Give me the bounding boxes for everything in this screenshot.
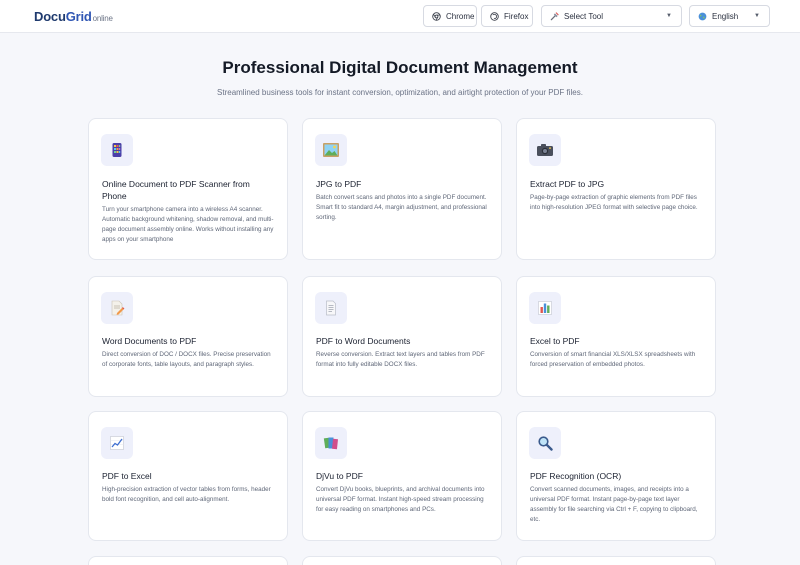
firefox-icon — [490, 11, 499, 21]
camera-icon — [529, 134, 561, 166]
tool-card-description: Batch convert scans and photos into a si… — [316, 194, 487, 221]
tool-card-description: Conversion of smart financial XLS/XLSX s… — [530, 351, 696, 368]
chrome-icon — [432, 11, 441, 21]
magnifier-icon — [529, 427, 561, 459]
bar-chart-icon — [529, 292, 561, 324]
tool-card-title: Extract PDF to JPG — [530, 179, 605, 189]
tool-card-jpg-to-pdf[interactable]: JPG to PDF Batch convert scans and photo… — [302, 118, 502, 260]
tool-card-partial[interactable] — [516, 556, 716, 565]
logo-text-suffix: online — [92, 14, 113, 23]
tool-card-description: Turn your smartphone camera into a wirel… — [102, 206, 274, 243]
tool-card-title: PDF to Excel — [102, 471, 152, 481]
logo-text-accent: Grid — [65, 9, 92, 24]
firefox-label: Firefox — [504, 11, 529, 21]
tool-card-title: DjVu to PDF — [316, 471, 363, 481]
tool-card-pdf-ocr[interactable]: PDF Recognition (OCR) Convert scanned do… — [516, 411, 716, 541]
tool-card-description: Convert DjVu books, blueprints, and arch… — [316, 486, 485, 513]
text-document-icon — [315, 292, 347, 324]
tool-card-djvu-to-pdf[interactable]: DjVu to PDF Convert DjVu books, blueprin… — [302, 411, 502, 541]
chevron-down-icon: ▼ — [666, 13, 672, 19]
tool-card-pdf-to-word[interactable]: PDF to Word Documents Reverse conversion… — [302, 276, 502, 397]
select-tool-dropdown[interactable]: Select Tool ▼ — [541, 5, 682, 27]
picture-icon — [315, 134, 347, 166]
tool-card-title: PDF Recognition (OCR) — [530, 471, 622, 481]
tool-card-description: Direct conversion of DOC / DOCX files. P… — [102, 351, 271, 368]
page-title: Professional Digital Document Management — [222, 58, 578, 77]
phone-icon — [101, 134, 133, 166]
tool-card-pdf-to-jpg[interactable]: Extract PDF to JPG Page-by-page extracti… — [516, 118, 716, 260]
line-chart-icon — [101, 427, 133, 459]
logo-text-main: Docu — [34, 9, 66, 24]
tool-card-description: Convert scanned documents, images, and r… — [530, 486, 698, 523]
tool-card-partial[interactable] — [302, 556, 502, 565]
tool-card-description: High-precision extraction of vector tabl… — [102, 486, 271, 503]
page-subtitle: Streamlined business tools for instant c… — [217, 88, 583, 97]
tool-card-partial[interactable] — [88, 556, 288, 565]
globe-icon — [698, 12, 707, 20]
site-logo[interactable]: DocuGridonline — [34, 9, 113, 24]
tool-card-title: JPG to PDF — [316, 179, 362, 189]
tool-card-excel-to-pdf[interactable]: Excel to PDF Conversion of smart financi… — [516, 276, 716, 397]
tool-card-description: Reverse conversion. Extract text layers … — [316, 351, 485, 368]
tool-card-scanner[interactable]: Online Document to PDF Scanner from Phon… — [88, 118, 288, 260]
chrome-extension-button[interactable]: Chrome — [423, 5, 477, 27]
tool-card-word-to-pdf[interactable]: Word Documents to PDF Direct conversion … — [88, 276, 288, 397]
language-label: English — [712, 11, 739, 21]
tool-card-title: Excel to PDF — [530, 336, 580, 346]
top-header: DocuGridonline Chrome Firefox Select Too… — [0, 0, 800, 33]
tool-card-title: Online Document to PDF Scanner from Phon… — [102, 179, 250, 201]
chevron-down-icon: ▼ — [754, 13, 760, 19]
tools-icon — [550, 11, 559, 20]
tool-card-description: Page-by-page extraction of graphic eleme… — [530, 194, 698, 211]
firefox-extension-button[interactable]: Firefox — [481, 5, 533, 27]
chrome-label: Chrome — [446, 11, 475, 21]
tool-card-title: PDF to Word Documents — [316, 336, 411, 346]
tool-card-title: Word Documents to PDF — [102, 336, 197, 346]
document-pen-icon — [101, 292, 133, 324]
tool-card-pdf-to-excel[interactable]: PDF to Excel High-precision extraction o… — [88, 411, 288, 541]
select-tool-label: Select Tool — [564, 11, 603, 21]
books-icon — [315, 427, 347, 459]
language-dropdown[interactable]: English ▼ — [689, 5, 770, 27]
